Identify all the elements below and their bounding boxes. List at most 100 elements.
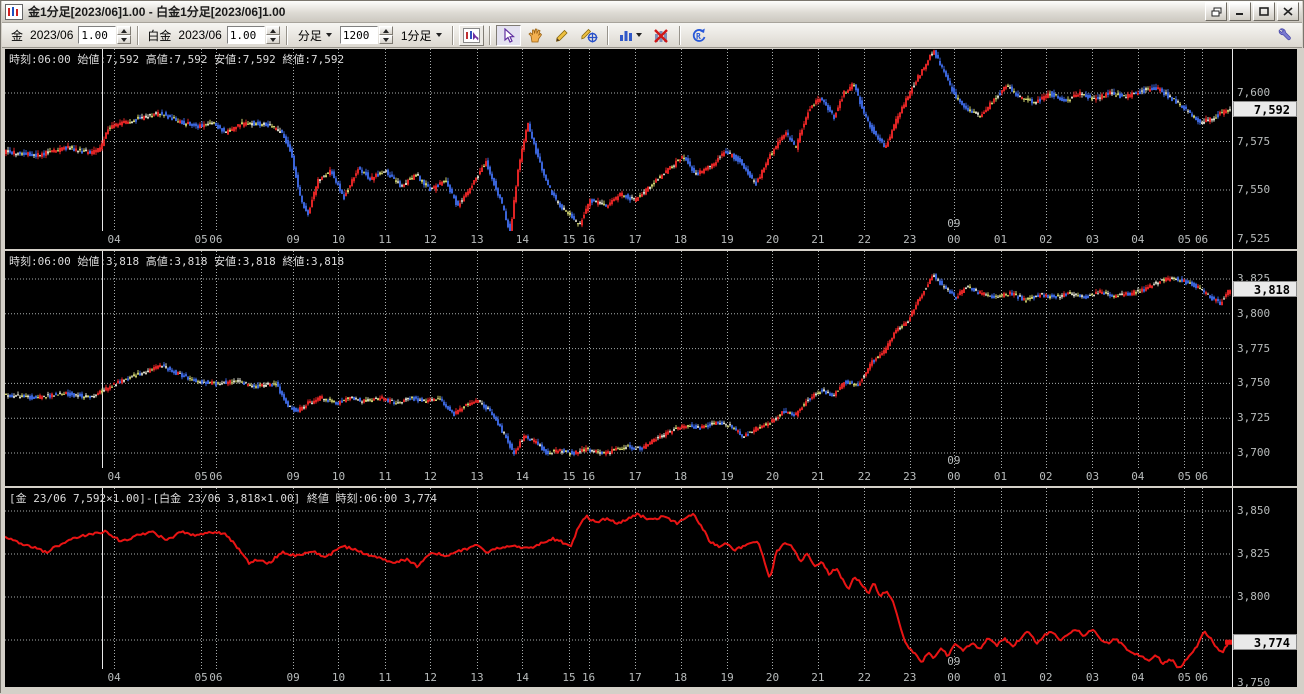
time-axis-label: 02 [1039,671,1053,684]
settings-wrench-button[interactable] [1271,25,1296,46]
time-axis-label: 05 [1177,470,1192,483]
time-axis-label: 05 [194,671,208,684]
interval-dropdown[interactable]: 1分足 [396,25,447,46]
platinum-ratio-spinner[interactable] [226,26,280,44]
chart-pointer-tool-button[interactable] [458,24,484,46]
time-axis-label: 13 [470,671,484,684]
time-axis-label: 15 [562,233,576,246]
time-axis-label: 05 [194,470,208,483]
time-axis-label: 05 [194,233,208,246]
price-axis-label: 3,800 [1237,590,1271,603]
current-price-tag: 7,592 [1233,100,1297,117]
time-axis-label: 03 [1085,671,1100,684]
time-axis-label: 06 [209,233,223,246]
time-axis-label: 23 [903,671,917,684]
gold-ratio-down-button[interactable] [117,35,132,44]
pan-hand-tool-button[interactable] [523,25,548,46]
time-axis-label: 10 [331,470,346,483]
gold-ratio-up-button[interactable] [117,26,132,35]
gold-chart-plot[interactable]: 時刻:06:00 始値:7,592 高値:7,592 安値:7,592 終値:7… [5,49,1232,231]
time-axis-label: 05 [1177,671,1192,684]
gold-candle-panel: 時刻:06:00 始値:7,592 高値:7,592 安値:7,592 終値:7… [5,49,1297,249]
time-axis-label: 13 [470,470,484,483]
bar-count-spinner[interactable] [339,26,393,44]
toolbar-separator [285,25,288,45]
time-axis-label: 20 [765,671,780,684]
time-axis-label: 14 [515,671,529,684]
time-axis-label: 02 [1039,470,1053,483]
bar-type-label: 分足 [297,28,322,43]
price-axis-label: 7,625 [1237,49,1270,51]
time-axis-label: 22 [857,671,872,684]
time-axis-label: 14 [515,470,529,483]
price-axis-label: 7,575 [1237,134,1271,148]
chart-type-dropdown-button[interactable] [614,25,647,46]
spread-price-axis[interactable]: 3,8503,8253,8003,7753,7503,774 [1232,488,1297,687]
bar-count-down-button[interactable] [378,35,393,44]
maximize-button[interactable] [1253,2,1275,21]
time-axis-label: 19 [720,233,734,246]
time-axis-label: 11 [378,671,392,684]
titlebar: 金1分足[2023/06]1.00 - 白金1分足[2023/06]1.00 [2,1,1302,23]
time-axis-label: 04 [107,671,121,684]
time-axis-label: 16 [581,470,596,483]
select-cursor-tool-button[interactable] [495,24,521,46]
price-axis-label: 7,550 [1237,183,1271,196]
gold-ratio-input[interactable] [78,26,117,44]
time-axis-label: 11 [378,233,392,246]
draw-pencil-tool-button[interactable] [550,25,575,46]
price-axis-label: 3,750 [1237,676,1271,687]
delete-drawings-button[interactable] [649,25,674,46]
minimize-button[interactable] [1229,2,1251,21]
price-axis-label: 3,725 [1237,411,1271,425]
time-axis-label: 06 [1194,470,1209,483]
time-axis-label: 17 [628,470,642,483]
toolbar: 金 2023/06 白金 2023/06 分足 [2,23,1302,48]
close-button[interactable] [1277,2,1299,21]
platinum-price-axis[interactable]: 3,825 3,800 3,775 3,750 3,725 3,700 3,818 [1232,251,1297,486]
price-axis-label: 3,800 [1237,306,1271,320]
time-axis-label: 18 [673,470,688,483]
trendline-tool-button[interactable] [577,25,602,46]
time-axis-label: 15 [562,470,576,483]
time-axis-label: 21 [811,671,825,684]
bar-count-input[interactable] [339,26,378,44]
time-axis-label: 10 [331,671,346,684]
gold-contract-month: 2023/06 [30,28,74,42]
spread-chart-plot[interactable]: [金 23/06 7,592×1.00]-[白金 23/06 3,818×1.0… [5,488,1232,669]
time-axis-label: 12 [423,671,438,684]
current-price-tag: 3,774 [1233,633,1297,650]
platinum-chart-plot[interactable]: 時刻:06:00 始値:3,818 高値:3,818 安値:3,818 終値:3… [5,251,1232,468]
bar-type-dropdown[interactable]: 分足 [293,25,337,46]
time-axis-label: 09 [286,233,300,246]
time-axis-label: 09 [286,470,300,483]
gold-ratio-spinner[interactable] [78,26,132,44]
platinum-ratio-input[interactable] [226,26,265,44]
time-axis-label: 12 [423,470,438,483]
time-axis-label: 23 [903,233,917,246]
time-axis-label: 16 [581,233,596,246]
time-axis-label: 04 [107,470,121,483]
time-axis-label: 19 [720,470,734,483]
time-axis-label: 04 [1131,671,1145,684]
time-axis-label: 01 [993,671,1008,684]
time-axis-label: 21 [811,470,825,483]
price-axis-label: 3,700 [1237,446,1271,459]
spread-x-axis: 04 05 06 09 10 11 12 13 14 15 16 17 18 19 20 21 22 23 00 01… [5,669,1232,687]
time-axis-label: 05 [1177,233,1192,246]
reload-button[interactable]: R [686,25,711,46]
platinum-ratio-down-button[interactable] [265,35,280,44]
time-axis-label: 00 [947,470,961,483]
bar-count-up-button[interactable] [378,26,393,35]
time-axis-label: 02 [1039,233,1053,246]
time-axis-label: 20 [765,233,780,246]
app-icon [5,3,23,20]
cascade-windows-button[interactable] [1205,2,1227,21]
toolbar-separator [606,25,609,45]
gold-price-axis[interactable]: 7,625 7,600 7,575 7,550 7,525 7,592 [1232,49,1297,249]
pan-hand-icon [528,28,543,43]
platinum-contract-month: 2023/06 [178,28,222,42]
platinum-label: 白金 [147,28,172,43]
platinum-ratio-up-button[interactable] [265,26,280,35]
delete-drawings-icon [654,28,668,43]
